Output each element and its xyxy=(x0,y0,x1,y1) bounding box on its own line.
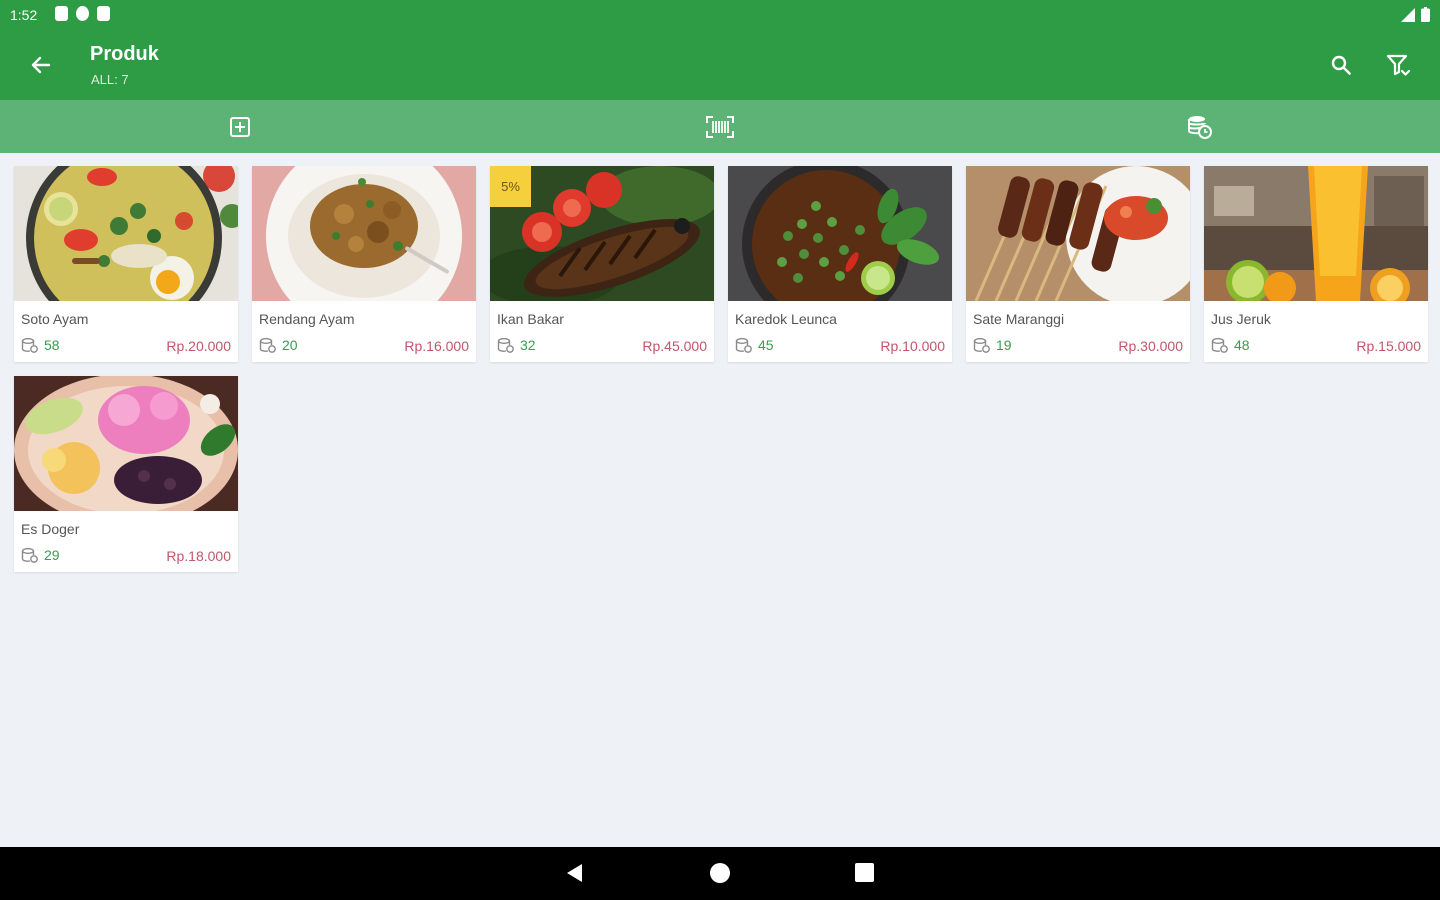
stock-value: 45 xyxy=(758,337,774,353)
product-name: Jus Jeruk xyxy=(1211,311,1271,327)
product-price: Rp.15.000 xyxy=(1356,338,1421,354)
barcode-scan-icon xyxy=(706,115,734,138)
tab-add-product[interactable] xyxy=(0,100,480,153)
stock-icon xyxy=(973,337,990,353)
product-card[interactable]: Es Doger 29 Rp.18.000 xyxy=(14,376,238,572)
product-name: Ikan Bakar xyxy=(497,311,564,327)
product-card[interactable]: Jus Jeruk 48 Rp.15.000 xyxy=(1204,166,1428,362)
app-bar: Produk ALL: 7 xyxy=(0,30,1440,100)
product-name: Soto Ayam xyxy=(21,311,89,327)
tab-scan-barcode[interactable] xyxy=(480,100,960,153)
arrow-back-icon xyxy=(31,56,51,74)
stock-value: 58 xyxy=(44,337,60,353)
product-count: ALL: 7 xyxy=(91,72,129,87)
product-image xyxy=(966,166,1190,301)
status-time: 1:52 xyxy=(10,7,38,23)
search-icon xyxy=(1331,55,1351,75)
product-image xyxy=(252,166,476,301)
nav-recent-apps-icon[interactable] xyxy=(855,863,874,882)
product-card[interactable]: Rendang Ayam 20 Rp.16.000 xyxy=(252,166,476,362)
status-system-icons xyxy=(1401,7,1430,22)
product-image xyxy=(728,166,952,301)
nav-home-icon[interactable] xyxy=(710,863,730,883)
discount-badge: 5% xyxy=(490,166,531,207)
product-name: Es Doger xyxy=(21,521,80,537)
product-name: Sate Maranggi xyxy=(973,311,1065,327)
product-card[interactable]: Sate Maranggi 19 Rp.30.000 xyxy=(966,166,1190,362)
product-stock: 58 xyxy=(21,337,60,353)
product-price: Rp.16.000 xyxy=(404,338,469,354)
product-price: Rp.18.000 xyxy=(166,548,231,564)
product-card[interactable]: Soto Ayam 58 Rp.20.000 xyxy=(14,166,238,362)
notification-icon xyxy=(55,6,68,21)
status-bar: 1:52 xyxy=(0,0,1440,30)
battery-icon xyxy=(1421,7,1430,22)
product-price: Rp.20.000 xyxy=(166,338,231,354)
add-box-icon xyxy=(230,116,250,137)
stock-icon xyxy=(497,337,514,353)
product-image xyxy=(14,166,238,301)
product-price: Rp.45.000 xyxy=(642,338,707,354)
stock-icon xyxy=(21,547,38,563)
product-card[interactable]: Karedok Leunca 45 Rp.10.000 xyxy=(728,166,952,362)
product-card[interactable]: 5% Ikan Bakar 32 Rp.45.000 xyxy=(490,166,714,362)
stock-value: 19 xyxy=(996,337,1012,353)
nav-back-icon[interactable] xyxy=(565,863,585,883)
product-stock: 29 xyxy=(21,547,60,563)
stock-history-icon xyxy=(1188,115,1212,139)
filter-button[interactable] xyxy=(1380,46,1418,84)
product-stock: 45 xyxy=(735,337,774,353)
stock-icon xyxy=(1211,337,1228,353)
app-notification-icon xyxy=(76,6,89,21)
stock-icon xyxy=(735,337,752,353)
stock-value: 29 xyxy=(44,547,60,563)
filter-icon xyxy=(1386,54,1411,76)
action-tabs xyxy=(0,100,1440,153)
product-stock: 19 xyxy=(973,337,1012,353)
signal-icon xyxy=(1401,8,1415,22)
page-title: Produk xyxy=(90,43,159,65)
stock-value: 48 xyxy=(1234,337,1250,353)
stock-value: 32 xyxy=(520,337,536,353)
product-stock: 32 xyxy=(497,337,536,353)
search-button[interactable] xyxy=(1322,46,1360,84)
system-nav-bar xyxy=(0,847,1440,900)
product-image xyxy=(14,376,238,511)
product-image xyxy=(1204,166,1428,301)
tab-stock-history[interactable] xyxy=(960,100,1440,153)
stock-icon xyxy=(259,337,276,353)
sd-card-icon xyxy=(97,6,110,21)
product-name: Karedok Leunca xyxy=(735,311,837,327)
product-name: Rendang Ayam xyxy=(259,311,355,327)
stock-value: 20 xyxy=(282,337,298,353)
product-price: Rp.10.000 xyxy=(880,338,945,354)
product-price: Rp.30.000 xyxy=(1118,338,1183,354)
product-stock: 48 xyxy=(1211,337,1250,353)
status-notification-icons xyxy=(55,6,110,21)
product-image: 5% xyxy=(490,166,714,301)
back-button[interactable] xyxy=(22,46,60,84)
stock-icon xyxy=(21,337,38,353)
product-stock: 20 xyxy=(259,337,298,353)
